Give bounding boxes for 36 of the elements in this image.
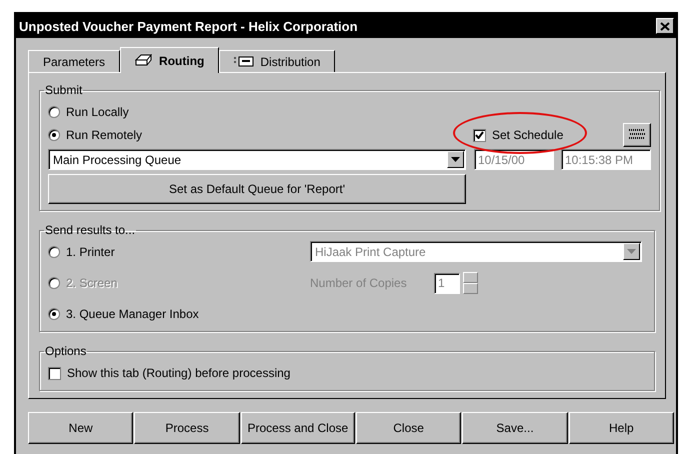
set-default-queue-button[interactable]: Set as Default Queue for 'Report' — [48, 174, 466, 204]
queue-dropdown[interactable]: Main Processing Queue — [48, 149, 466, 170]
dialog-button[interactable]: Process — [134, 412, 240, 444]
spinner-arrows-icon[interactable] — [463, 272, 478, 294]
tab[interactable]: Parameters — [28, 50, 120, 72]
close-icon — [660, 22, 670, 30]
dialog-button[interactable]: Close — [356, 412, 462, 444]
card-icon — [234, 56, 254, 67]
group-title: Send results to... — [44, 223, 136, 237]
tab[interactable]: Distribution — [219, 50, 336, 72]
option-label: 2. Screen — [66, 276, 118, 290]
checkbox-label: Show this tab (Routing) before processing — [67, 366, 290, 380]
copies-label: Number of Copies — [310, 276, 408, 290]
checkmark-icon — [475, 131, 484, 139]
calendar-button[interactable] — [623, 123, 651, 147]
option-label: 3. Queue Manager Inbox — [66, 307, 199, 321]
dialog-button[interactable]: Process and Close — [240, 412, 355, 444]
dialog-button[interactable]: Help — [568, 412, 674, 444]
radio-button[interactable] — [48, 308, 60, 320]
option-label: Run Locally — [66, 105, 129, 119]
checkbox[interactable] — [473, 128, 486, 142]
window-title: Unposted Voucher Payment Report - Helix Corporation — [19, 18, 358, 34]
group-title: Options — [44, 344, 88, 358]
tab[interactable]: Routing — [120, 47, 220, 73]
close-button[interactable] — [656, 18, 674, 34]
radio-button[interactable] — [48, 129, 60, 141]
radio-button[interactable] — [48, 106, 60, 118]
checkbox[interactable] — [48, 366, 61, 380]
option-label: 1. Printer — [66, 245, 115, 259]
grid-icon — [628, 128, 646, 140]
dialog-button[interactable]: Save... — [462, 412, 568, 444]
radio-button[interactable] — [48, 246, 60, 258]
dialog-button[interactable]: New — [28, 412, 134, 444]
option-label: Run Remotely — [66, 128, 142, 142]
group-title: Submit — [44, 83, 84, 97]
checkbox-label: Set Schedule — [492, 128, 564, 142]
